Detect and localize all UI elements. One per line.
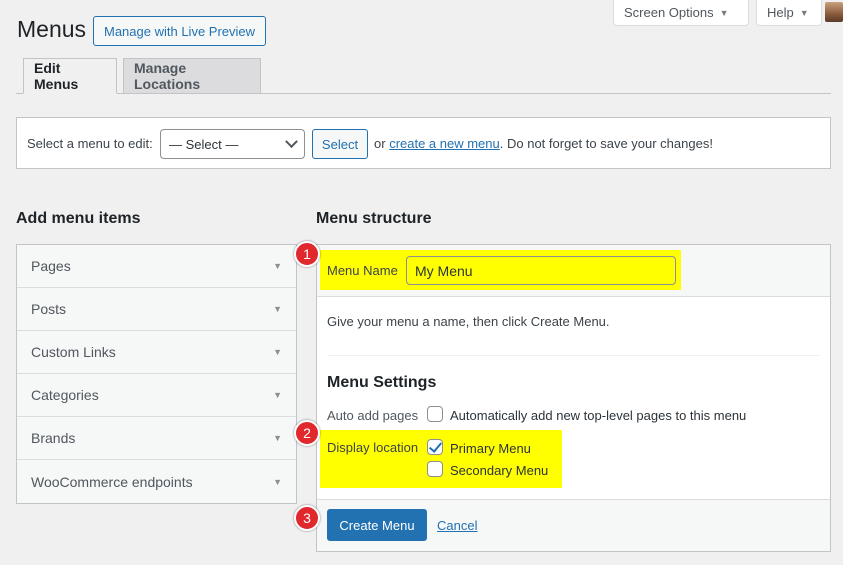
menu-name-label: Menu Name — [327, 263, 398, 278]
primary-menu-checkbox[interactable] — [427, 439, 443, 455]
select-button[interactable]: Select — [312, 129, 368, 159]
caret-down-icon: ▼ — [273, 347, 282, 357]
accordion-label: Custom Links — [31, 344, 116, 360]
auto-add-pages-option: Automatically add new top-level pages to… — [450, 408, 747, 423]
accordion-categories[interactable]: Categories ▼ — [17, 374, 296, 417]
step-marker-1: 1 — [294, 241, 320, 267]
accordion-label: Brands — [31, 430, 76, 446]
msg-prefix: or — [374, 136, 386, 151]
tab-edit-menus[interactable]: Edit Menus — [23, 58, 117, 94]
create-new-menu-link[interactable]: create a new menu — [389, 136, 500, 151]
menu-name-hint: Give your menu a name, then click Create… — [327, 314, 610, 329]
avatar[interactable] — [825, 2, 843, 22]
step-marker-2: 2 — [294, 420, 320, 446]
caret-down-icon: ▼ — [719, 7, 729, 18]
caret-down-icon: ▼ — [799, 7, 809, 18]
select-menu-bar: Select a menu to edit: — Select — Select… — [16, 117, 831, 169]
caret-down-icon: ▼ — [273, 390, 282, 400]
accordion-label: Pages — [31, 258, 71, 274]
step-marker-3: 3 — [294, 505, 320, 531]
auto-add-pages-label: Auto add pages — [327, 408, 419, 423]
menu-select-value: — Select — — [169, 136, 239, 152]
caret-down-icon: ▼ — [273, 433, 282, 443]
accordion-label: Posts — [31, 301, 67, 317]
auto-add-pages-checkbox[interactable] — [427, 406, 443, 422]
select-menu-message: or create a new menu. Do not forget to s… — [374, 136, 713, 151]
help-button[interactable]: Help ▼ — [756, 0, 822, 26]
secondary-menu-label: Secondary Menu — [450, 463, 549, 478]
menu-settings-title: Menu Settings — [327, 374, 437, 391]
caret-down-icon: ▼ — [273, 304, 282, 314]
menu-name-input[interactable]: My Menu — [406, 256, 676, 285]
cancel-link[interactable]: Cancel — [437, 518, 477, 533]
divider — [327, 355, 820, 356]
menu-structure-title: Menu structure — [316, 210, 432, 227]
menu-structure-panel — [316, 244, 831, 552]
menu-select-dropdown[interactable]: — Select — — [160, 129, 305, 159]
accordion-custom-links[interactable]: Custom Links ▼ — [17, 331, 296, 374]
select-menu-label: Select a menu to edit: — [27, 136, 153, 151]
screen-options-label: Screen Options — [624, 5, 714, 20]
chevron-down-icon — [285, 134, 298, 148]
caret-down-icon: ▼ — [273, 476, 282, 487]
accordion-woocommerce-endpoints[interactable]: WooCommerce endpoints ▼ — [17, 460, 296, 503]
secondary-menu-checkbox[interactable] — [427, 461, 443, 477]
accordion-posts[interactable]: Posts ▼ — [17, 288, 296, 331]
manage-live-preview-button[interactable]: Manage with Live Preview — [93, 16, 267, 46]
add-menu-items-title: Add menu items — [16, 210, 141, 227]
msg-suffix: . Do not forget to save your changes! — [499, 136, 713, 151]
accordion-pages[interactable]: Pages ▼ — [17, 245, 296, 288]
primary-menu-label: Primary Menu — [450, 441, 531, 456]
accordion-label: WooCommerce endpoints — [31, 473, 193, 490]
tab-manage-locations[interactable]: Manage Locations — [123, 58, 261, 94]
menu-name-value: My Menu — [415, 262, 473, 279]
accordion-label: Categories — [31, 387, 99, 403]
screen-options-button[interactable]: Screen Options ▼ — [613, 0, 749, 26]
caret-down-icon: ▼ — [273, 261, 282, 271]
create-menu-button[interactable]: Create Menu — [327, 509, 427, 541]
display-location-label: Display location — [327, 440, 419, 455]
accordion-brands[interactable]: Brands ▼ — [17, 417, 296, 460]
add-menu-items-accordion: Pages ▼ Posts ▼ Custom Links ▼ Categorie… — [16, 244, 297, 504]
page-title: Menus — [17, 16, 87, 42]
help-label: Help — [767, 5, 794, 20]
